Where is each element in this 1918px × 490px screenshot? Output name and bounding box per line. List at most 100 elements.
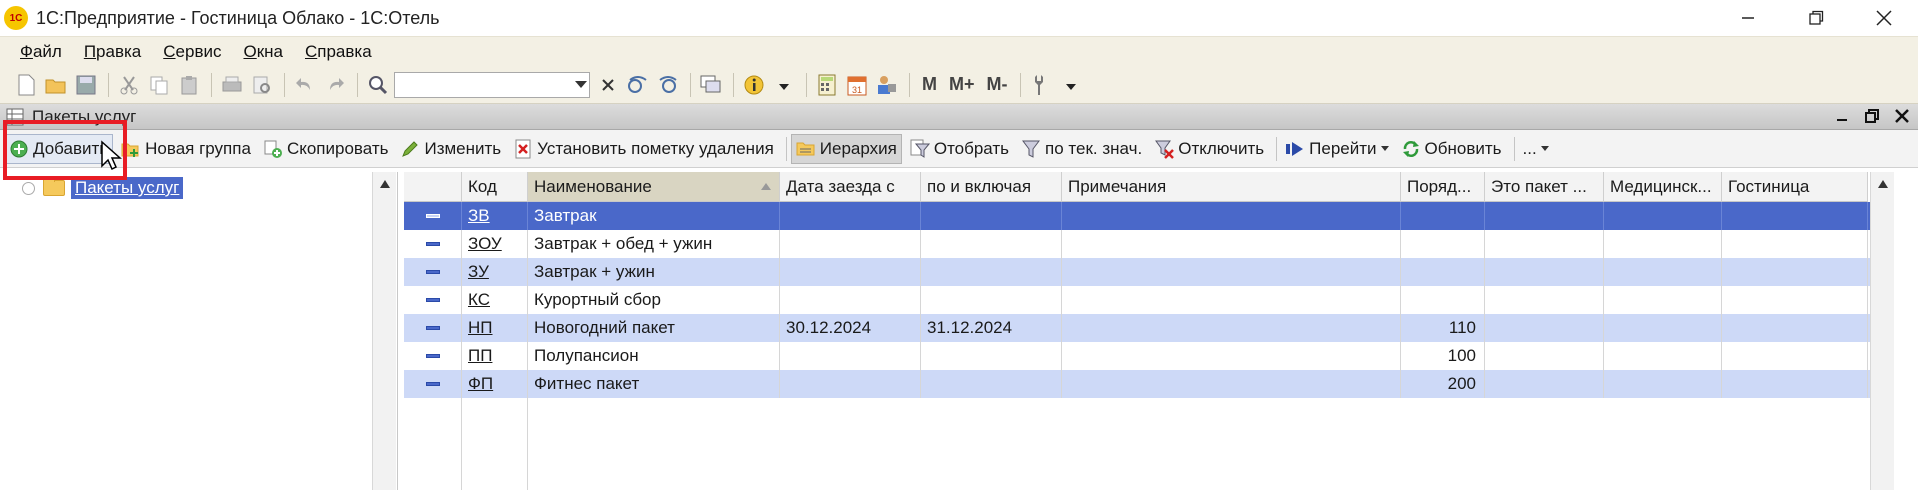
windows-icon[interactable] [697, 71, 725, 99]
scroll-up-icon[interactable] [1871, 172, 1895, 196]
info-icon[interactable] [740, 71, 768, 99]
table-scrollbar[interactable] [1870, 172, 1894, 490]
column-header-hotel[interactable]: Гостиница [1722, 172, 1868, 202]
column-header-icon[interactable] [404, 172, 462, 202]
expand-toggle[interactable] [22, 181, 35, 195]
open-folder-icon[interactable] [42, 71, 70, 99]
cell-code[interactable]: НП [462, 314, 528, 342]
cell-order [1401, 258, 1485, 286]
column-header-code[interactable]: Код [462, 172, 528, 202]
column-header-is-package[interactable]: Это пакет ... [1485, 172, 1604, 202]
column-header-date-from[interactable]: Дата заезда с [780, 172, 921, 202]
row-state-icon [404, 370, 462, 398]
search-input[interactable] [394, 71, 590, 98]
cell-code[interactable]: ФП [462, 370, 528, 398]
search-icon[interactable] [364, 71, 392, 99]
toolbar-separator [357, 72, 358, 97]
cell-notes [1062, 314, 1401, 342]
tree-scrollbar[interactable] [372, 172, 396, 490]
cell-name: Завтрак + обед + ужин [528, 230, 780, 258]
memory-plus-button[interactable]: M+ [949, 74, 975, 95]
column-header-notes[interactable]: Примечания [1062, 172, 1401, 202]
edit-button[interactable]: Изменить [396, 134, 505, 164]
table-row[interactable]: ЗВ Завтрак [404, 202, 1894, 230]
menu-help[interactable]: Справка [305, 42, 372, 62]
users-icon[interactable] [873, 71, 901, 99]
calculator-icon[interactable] [813, 71, 841, 99]
scroll-up-icon[interactable] [373, 172, 397, 196]
cell-code[interactable]: ЗУ [462, 258, 528, 286]
add-icon [9, 139, 29, 159]
save-icon[interactable] [72, 71, 100, 99]
find-previous-icon[interactable] [654, 71, 682, 99]
cell-notes [1062, 370, 1401, 398]
column-header-name[interactable]: Наименование [528, 172, 780, 202]
print-icon[interactable] [218, 71, 246, 99]
refresh-button[interactable]: Обновить [1397, 134, 1506, 164]
paste-icon[interactable] [175, 71, 203, 99]
table-row[interactable]: ПП Полупансион 100 [404, 342, 1894, 370]
toolbar-separator [909, 72, 910, 97]
tree-root-node[interactable]: Пакеты услуг [22, 176, 184, 200]
clear-search-icon[interactable] [594, 71, 622, 99]
menu-file[interactable]: Файл [20, 42, 62, 62]
goto-button[interactable]: Перейти [1281, 134, 1392, 164]
more-button[interactable]: ... [1519, 134, 1553, 164]
table-row[interactable]: ФП Фитнес пакет 200 [404, 370, 1894, 398]
copy-button[interactable]: Скопировать [259, 134, 393, 164]
column-header-medical[interactable]: Медицинск... [1604, 172, 1722, 202]
new-document-icon[interactable] [12, 71, 40, 99]
close-button[interactable] [1850, 0, 1918, 36]
cell-code[interactable]: ПП [462, 342, 528, 370]
cell-code[interactable]: ЗВ [462, 202, 528, 230]
print-preview-icon[interactable] [248, 71, 276, 99]
chevron-down-icon[interactable] [575, 80, 587, 88]
menu-edit[interactable]: Правка [84, 42, 141, 62]
settings-icon[interactable] [1027, 71, 1055, 99]
menu-service[interactable]: Сервис [163, 42, 221, 62]
new-folder-icon [121, 139, 141, 159]
restore-button[interactable] [1782, 0, 1850, 36]
hierarchy-toggle[interactable]: Иерархия [790, 133, 902, 164]
cell-code[interactable]: КС [462, 286, 528, 314]
cell-hotel [1722, 370, 1868, 398]
subwindow-close-button[interactable] [1892, 106, 1912, 126]
menu-windows[interactable]: Окна [243, 42, 283, 62]
add-button[interactable]: Добавить [4, 133, 114, 164]
table-row[interactable]: КС Курортный сбор [404, 286, 1894, 314]
redo-icon[interactable] [321, 71, 349, 99]
subwindow-minimize-button[interactable] [1832, 106, 1852, 126]
table-row[interactable]: ЗОУ Завтрак + обед + ужин [404, 230, 1894, 258]
disable-filter-button[interactable]: Отключить [1150, 134, 1268, 164]
cut-icon[interactable] [115, 71, 143, 99]
chevron-down-icon[interactable] [770, 71, 798, 99]
mark-delete-button[interactable]: Установить пометку удаления [509, 134, 778, 164]
filter-by-current-button[interactable]: по тек. знач. [1017, 134, 1146, 164]
filter-button[interactable]: Отобрать [906, 134, 1013, 164]
delete-mark-icon [513, 139, 533, 159]
minimize-button[interactable] [1714, 0, 1782, 36]
toolbar-separator [806, 72, 807, 97]
find-next-icon[interactable] [624, 71, 652, 99]
table-row[interactable]: ЗУ Завтрак + ужин [404, 258, 1894, 286]
memory-minus-button[interactable]: M- [987, 74, 1008, 95]
chevron-down-icon[interactable] [1057, 71, 1085, 99]
command-bar: Добавить Новая группа Скопировать Измени… [0, 130, 1918, 168]
chevron-down-icon [1380, 146, 1389, 151]
new-group-button[interactable]: Новая группа [117, 134, 255, 164]
cell-name: Фитнес пакет [528, 370, 780, 398]
subwindow-controls [1832, 106, 1912, 126]
calendar-icon[interactable]: 31 [843, 71, 871, 99]
copy-icon[interactable] [145, 71, 173, 99]
window-controls [1714, 0, 1918, 36]
cell-code[interactable]: ЗОУ [462, 230, 528, 258]
subwindow-restore-button[interactable] [1862, 106, 1882, 126]
column-header-order[interactable]: Поряд... [1401, 172, 1485, 202]
subwindow-title: Пакеты услуг [32, 106, 137, 126]
undo-icon[interactable] [291, 71, 319, 99]
cell-notes [1062, 258, 1401, 286]
cell-date-from [780, 230, 921, 258]
column-header-date-to[interactable]: по и включая [921, 172, 1062, 202]
memory-m-button[interactable]: M [922, 74, 937, 95]
table-row[interactable]: НП Новогодний пакет 30.12.2024 31.12.202… [404, 314, 1894, 342]
